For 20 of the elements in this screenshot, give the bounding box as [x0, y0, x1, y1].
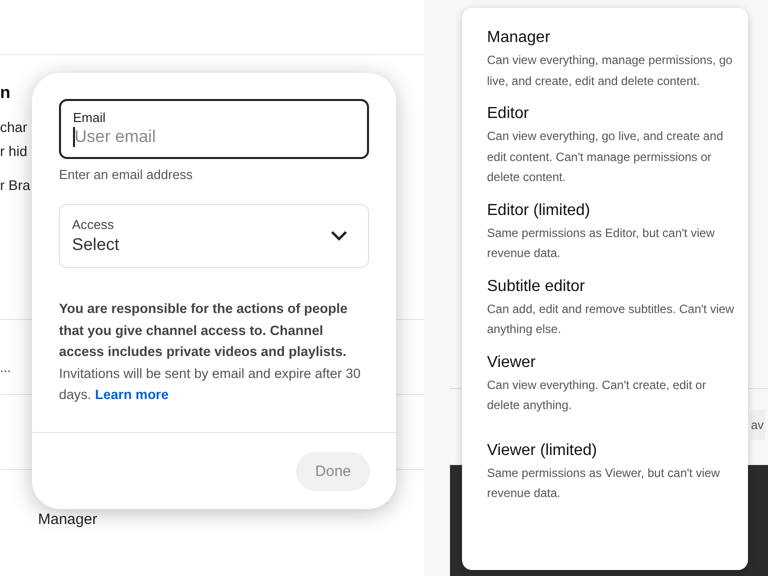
section-heading: n [0, 83, 10, 104]
role-option[interactable]: Manager Can view everything, manage permissions, go live, and create, edit and delete content. [487, 26, 748, 91]
save-button[interactable]: av [750, 410, 765, 440]
learn-more-link[interactable]: Learn more [95, 387, 169, 402]
role-option[interactable]: Editor (limited) Same permissions as Editor, but can't view revenue data. [487, 198, 748, 264]
row-text: ... [0, 360, 11, 374]
role-option[interactable]: Viewer Can view everything. Can't create, edit or delete anything. [487, 350, 748, 416]
helper-text: Enter an email address [59, 167, 194, 182]
role-option[interactable]: Subtitle editor Can add, edit and remove subtitles. Can't view anything else. [487, 274, 748, 340]
role-option[interactable]: Editor Can view everything, go live, and create and edit content. Can't manage permissions or delete content. [487, 102, 748, 188]
role-label: Manager [38, 511, 98, 528]
notice-text: You are responsible for the actions of people that you give channel access to. Channel access includes private videos and playlists. Invitations will be sent by email and expire after 30 days. Learn more [59, 300, 362, 404]
role-option[interactable]: Viewer (limited) Same permissions as Viewer, but can't view revenue data. [487, 438, 748, 504]
description-text: char [0, 119, 28, 137]
email-input[interactable]: User email [74, 127, 334, 147]
access-dropdown[interactable]: Access Select [59, 204, 369, 268]
description-text: r hid [0, 143, 28, 161]
email-field[interactable]: Email User email [59, 99, 369, 159]
description-text: r Bra [0, 177, 30, 195]
chevron-down-icon [330, 230, 348, 242]
